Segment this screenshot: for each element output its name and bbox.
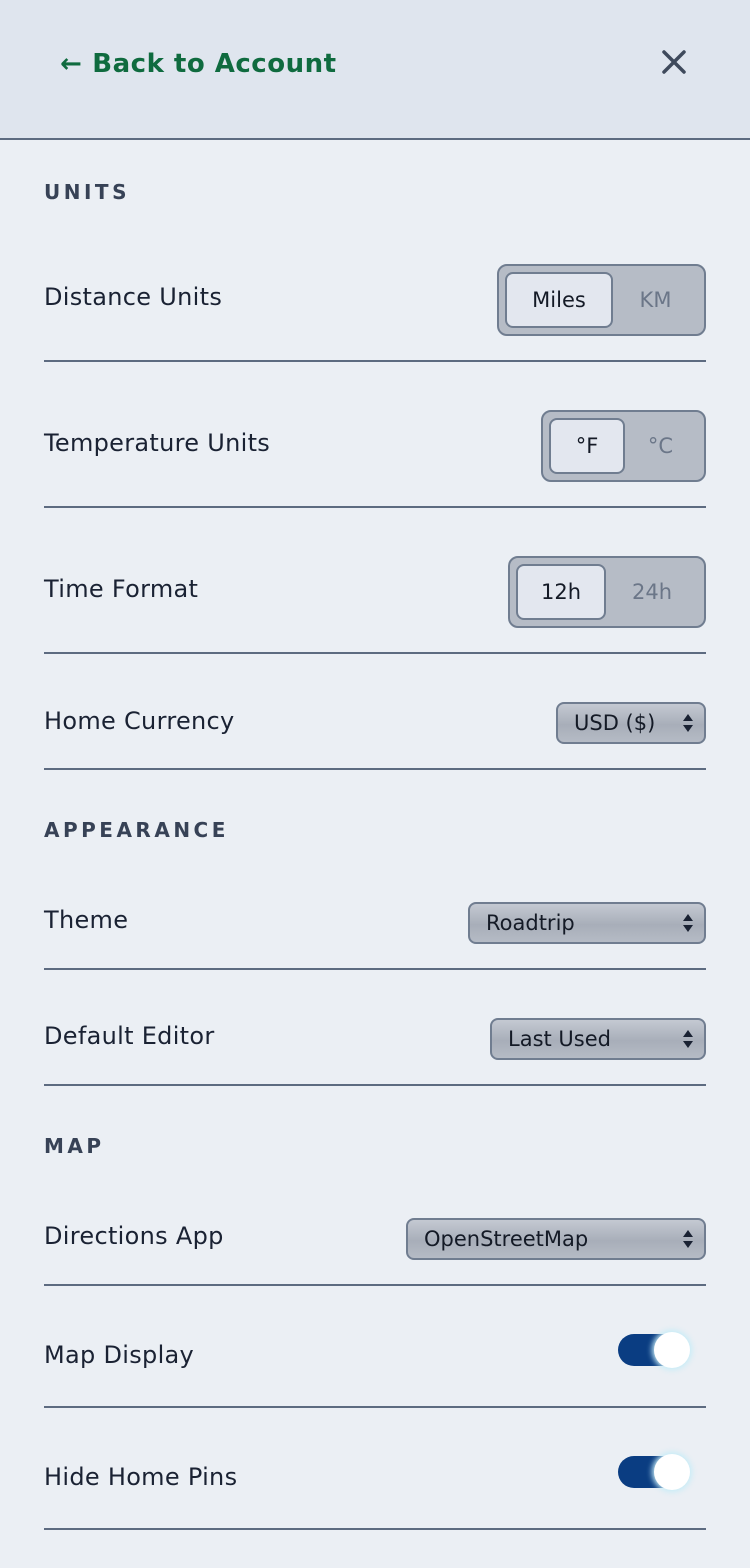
default-editor-value: Last Used	[508, 1027, 611, 1051]
section-title-map: MAP	[44, 1134, 105, 1158]
hide-home-pins-row: Hide Home Pins	[44, 1408, 706, 1530]
section-title-appearance: APPEARANCE	[44, 818, 229, 842]
directions-app-value: OpenStreetMap	[424, 1227, 589, 1251]
distance-units-row: Distance Units Miles KM	[44, 238, 706, 362]
select-arrows-icon	[683, 1230, 693, 1248]
temperature-option-celsius[interactable]: °C	[625, 418, 696, 474]
header-bar: ← Back to Account	[0, 0, 750, 140]
directions-app-label: Directions App	[44, 1222, 224, 1250]
back-link-label: Back to Account	[92, 49, 337, 79]
back-to-account-link[interactable]: ← Back to Account	[60, 49, 337, 79]
home-currency-value: USD ($)	[574, 711, 656, 735]
distance-units-segmented-control: Miles KM	[497, 264, 706, 336]
temperature-units-row: Temperature Units °F °C	[44, 362, 706, 508]
toggle-knob	[654, 1332, 690, 1368]
section-title-units: UNITS	[44, 180, 130, 204]
home-currency-label: Home Currency	[44, 707, 235, 735]
directions-app-row: Directions App OpenStreetMap	[44, 1186, 706, 1286]
hide-home-pins-label: Hide Home Pins	[44, 1463, 238, 1491]
theme-select[interactable]: Roadtrip	[468, 902, 706, 944]
default-editor-label: Default Editor	[44, 1022, 215, 1050]
map-display-toggle[interactable]	[618, 1332, 690, 1368]
temperature-option-fahrenheit[interactable]: °F	[549, 418, 625, 474]
default-editor-row: Default Editor Last Used	[44, 970, 706, 1086]
home-currency-row: Home Currency USD ($)	[44, 654, 706, 770]
time-option-12h[interactable]: 12h	[516, 564, 606, 620]
map-display-label: Map Display	[44, 1341, 195, 1369]
temperature-units-label: Temperature Units	[44, 429, 271, 457]
default-editor-select[interactable]: Last Used	[490, 1018, 706, 1060]
time-format-label: Time Format	[44, 575, 199, 603]
theme-label: Theme	[44, 906, 129, 934]
distance-option-miles[interactable]: Miles	[505, 272, 613, 328]
home-currency-select[interactable]: USD ($)	[556, 702, 706, 744]
select-arrows-icon	[683, 1030, 693, 1048]
time-format-segmented-control: 12h 24h	[508, 556, 706, 628]
temperature-units-segmented-control: °F °C	[541, 410, 706, 482]
theme-value: Roadtrip	[486, 911, 575, 935]
select-arrows-icon	[683, 914, 693, 932]
toggle-knob	[654, 1454, 690, 1490]
select-arrows-icon	[683, 714, 693, 732]
time-format-row: Time Format 12h 24h	[44, 508, 706, 654]
distance-option-km[interactable]: KM	[613, 272, 698, 328]
hide-home-pins-toggle[interactable]	[618, 1454, 690, 1490]
theme-row: Theme Roadtrip	[44, 870, 706, 970]
arrow-left-icon: ←	[60, 49, 83, 79]
distance-units-label: Distance Units	[44, 283, 223, 311]
directions-app-select[interactable]: OpenStreetMap	[406, 1218, 706, 1260]
time-option-24h[interactable]: 24h	[606, 564, 698, 620]
close-icon[interactable]	[656, 44, 692, 80]
map-display-row: Map Display	[44, 1286, 706, 1408]
